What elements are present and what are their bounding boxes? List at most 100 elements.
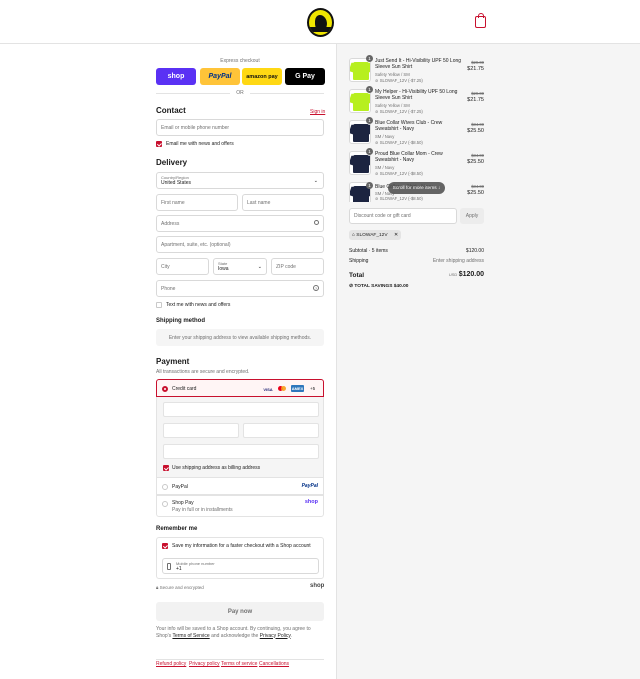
shopping-bag-icon[interactable] [475,13,486,28]
product-shirt-image [353,93,369,111]
total-row: Total USD $120.00 [349,271,484,279]
privacy-link[interactable]: Privacy Policy [260,633,291,639]
item-discount: ⊘ SLOWAF_12V (-$7.25) [375,109,423,114]
paypal-radio[interactable] [162,484,168,490]
pay-now-button[interactable]: Pay now [156,602,324,621]
contact-heading: Contact [156,106,186,115]
city-placeholder: City [161,263,170,270]
discount-tag: ⌂ SLOWAF_12V ✕ [349,230,401,240]
apply-button[interactable]: Apply [460,208,484,224]
discount-placeholder: Discount code or gift card [354,213,411,219]
paypal-logo: PayPal [301,483,318,489]
amazon-pay-button[interactable]: amazon pay [242,68,282,85]
phone-placeholder: Phone [161,285,176,292]
terms-link[interactable]: Terms of Service [172,633,209,639]
text-offers-checkbox[interactable] [156,302,162,308]
state-select[interactable]: State Iowa ⌄ [213,258,267,275]
amex-icon: AMEX [291,385,304,392]
discount-code-field[interactable]: Discount code or gift card [349,208,457,224]
credit-card-option[interactable]: Credit card VISA AMEX +5 [156,379,324,397]
cart-item: 1 Proud Blue Collar Mom - Crew Sweatshir… [349,148,484,179]
savings-label: TOTAL SAVINGS [354,284,393,289]
paypal-option[interactable]: PayPal PayPal [156,477,324,495]
or-divider: OR [156,90,324,96]
item-original-price: $34.00 [471,184,484,189]
google-pay-button[interactable]: G Pay [285,68,325,85]
paypal-button[interactable]: PayPal [200,68,240,85]
first-name-field[interactable]: First name [156,194,238,211]
savings-tag-icon: ⊘ [349,284,354,289]
legal-text: Your info will be saved to a Shop accoun… [156,626,311,639]
address-field[interactable]: Address [156,215,324,232]
brand-logo[interactable] [307,8,334,37]
first-name-placeholder: First name [161,199,185,206]
savings-row: ⊘ TOTAL SAVINGS $40.00 [349,284,484,289]
mobile-value: +1 [176,566,182,572]
item-price: $25.50 [467,190,484,196]
payment-subtitle: All transactions are secure and encrypte… [156,369,250,375]
expiry-field[interactable] [163,423,239,438]
shipping-label: Shipping [349,258,369,264]
mastercard-icon [277,386,287,392]
product-shirt-image [353,124,369,142]
quantity-badge: 1 [366,148,373,155]
payment-heading: Payment [156,357,190,366]
product-shirt-image [353,155,369,173]
cancellations-link[interactable]: Cancellations [259,661,289,667]
product-shirt-image [353,62,369,80]
country-select[interactable]: Country/Region United States ⌄ [156,172,324,189]
secure-text: Secure and encrypted [159,585,204,590]
credit-card-radio[interactable] [162,386,168,392]
billing-checkbox[interactable] [163,465,169,471]
lock-icon: 🔒︎ [156,585,159,590]
legal-and: and acknowledge the [211,632,259,639]
shop-pay-logo: shop [304,499,318,505]
total-label: Total [349,272,365,279]
credit-card-label: Credit card [172,386,197,392]
mobile-phone-field[interactable]: Mobile phone number +1 [162,558,319,574]
arrow-down-icon: ↓ [437,185,441,191]
security-code-field[interactable] [243,423,319,438]
item-variant: SM / Navy [375,134,395,139]
zip-field[interactable]: ZIP code [271,258,324,275]
quantity-badge: 1 [366,117,373,124]
refund-policy-link[interactable]: Refund policy [156,661,186,667]
phone-field[interactable]: Phone ? [156,280,324,297]
news-checkbox[interactable] [156,141,162,147]
item-name: Blue Collar Wives Club - Crew Sweatshirt… [375,120,443,133]
terms-of-service-link[interactable]: Terms of service [221,661,257,667]
email-field[interactable]: Email or mobile phone number [156,119,324,136]
shop-pay-radio[interactable] [162,501,168,507]
card-number-field[interactable] [163,402,319,417]
subtotal-row: Subtotal · 5 items $120.00 [349,248,484,254]
cart-item: 1 Blue Collar Wives Club - Crew Sweatshi… [349,117,484,148]
shipping-notice: Enter your shipping address to view avai… [156,329,324,346]
scroll-more-pill[interactable]: Scroll for more items ↓ [388,182,445,194]
shop-pay-option[interactable]: Shop Pay Pay in full or in installments … [156,495,324,517]
save-info-checkbox[interactable] [162,543,168,549]
shipping-method-heading: Shipping method [156,318,205,324]
item-discount: ⊘ SLOWAF_12V (-$8.50) [375,196,423,201]
shop-pay-label: Shop Pay [172,500,194,506]
shop-logo: shop [310,583,325,589]
remove-code-icon[interactable]: ✕ [394,233,398,238]
privacy-policy-link[interactable]: Privacy policy [189,661,220,667]
chevron-down-icon: ⌄ [313,178,318,184]
apartment-field[interactable]: Apartment, suite, etc. (optional) [156,236,324,253]
name-on-card-field[interactable] [163,444,319,459]
item-name: My Helper - Hi-Visibility UPF 50 Long Sl… [375,89,458,102]
city-field[interactable]: City [156,258,209,275]
shop-pay-button[interactable]: shop [156,68,196,85]
last-name-field[interactable]: Last name [242,194,324,211]
remember-box: Save my information for a faster checkou… [156,537,324,579]
quantity-badge: 1 [366,55,373,62]
search-icon [314,220,319,225]
total-value-group: USD $120.00 [449,271,484,278]
footer-links: Refund policy Privacy policy Terms of se… [156,659,324,671]
item-variant: SM / Navy [375,165,395,170]
help-icon[interactable]: ? [313,285,319,291]
sign-in-link[interactable]: Sign in [310,109,325,115]
item-price: $21.75 [467,66,484,72]
item-price: $25.50 [467,128,484,134]
chevron-down-icon: ⌄ [257,264,262,270]
